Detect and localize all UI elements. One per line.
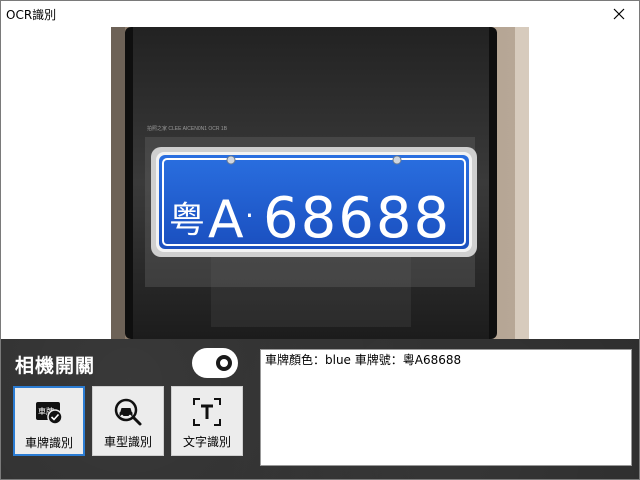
window-title: OCR識別 [6, 8, 57, 22]
text-recognition-button[interactable]: 文字識別 [171, 386, 243, 456]
plate-recognition-label: 車牌識別 [24, 436, 73, 450]
plate-dot-char: · [245, 199, 254, 232]
plate-recognition-button[interactable]: 車牌 車牌識別 [13, 386, 85, 456]
control-panel: 相機開關 車牌 車牌識別 車型識別 文字識別 車牌顏色：blue 車牌號：粵A6… [1, 339, 639, 479]
plate-number-text: 68688 [263, 186, 451, 251]
result-text: 車牌顏色：blue 車牌號：粵A68688 [265, 353, 462, 367]
camera-toggle-label: 相機開關 [15, 355, 96, 377]
camera-preview: 拍照之家 CLEE AICEN0N1 OCR 1B 粤 A · 68688 [111, 27, 529, 339]
plate-check-icon: 車牌 [36, 402, 63, 425]
camera-frame-image: 拍照之家 CLEE AICEN0N1 OCR 1B 粤 A · 68688 [111, 27, 529, 339]
toggle-knob [216, 355, 232, 371]
svg-text:拍照之家 CLEE AICEN0N1 OCR 1B: 拍照之家 CLEE AICEN0N1 OCR 1B [147, 125, 228, 132]
close-button[interactable] [599, 1, 639, 27]
text-scan-icon [193, 398, 221, 426]
text-recognition-label: 文字識別 [182, 435, 231, 449]
title-bar: OCR識別 [1, 1, 639, 27]
plate-province-char: 粤 [169, 200, 205, 241]
result-output-box[interactable]: 車牌顏色：blue 車牌號：粵A68688 [260, 349, 632, 466]
plate-letter-char: A [208, 190, 244, 250]
close-icon [613, 8, 625, 20]
car-model-recognition-label: 車型識別 [103, 435, 152, 449]
car-search-icon [114, 398, 142, 426]
app-window: OCR識別 拍照之家 CLEE AICEN0N1 OCR 1B 粤 A · 68… [0, 0, 640, 480]
camera-toggle-switch[interactable] [192, 348, 238, 378]
car-model-recognition-button[interactable]: 車型識別 [92, 386, 164, 456]
